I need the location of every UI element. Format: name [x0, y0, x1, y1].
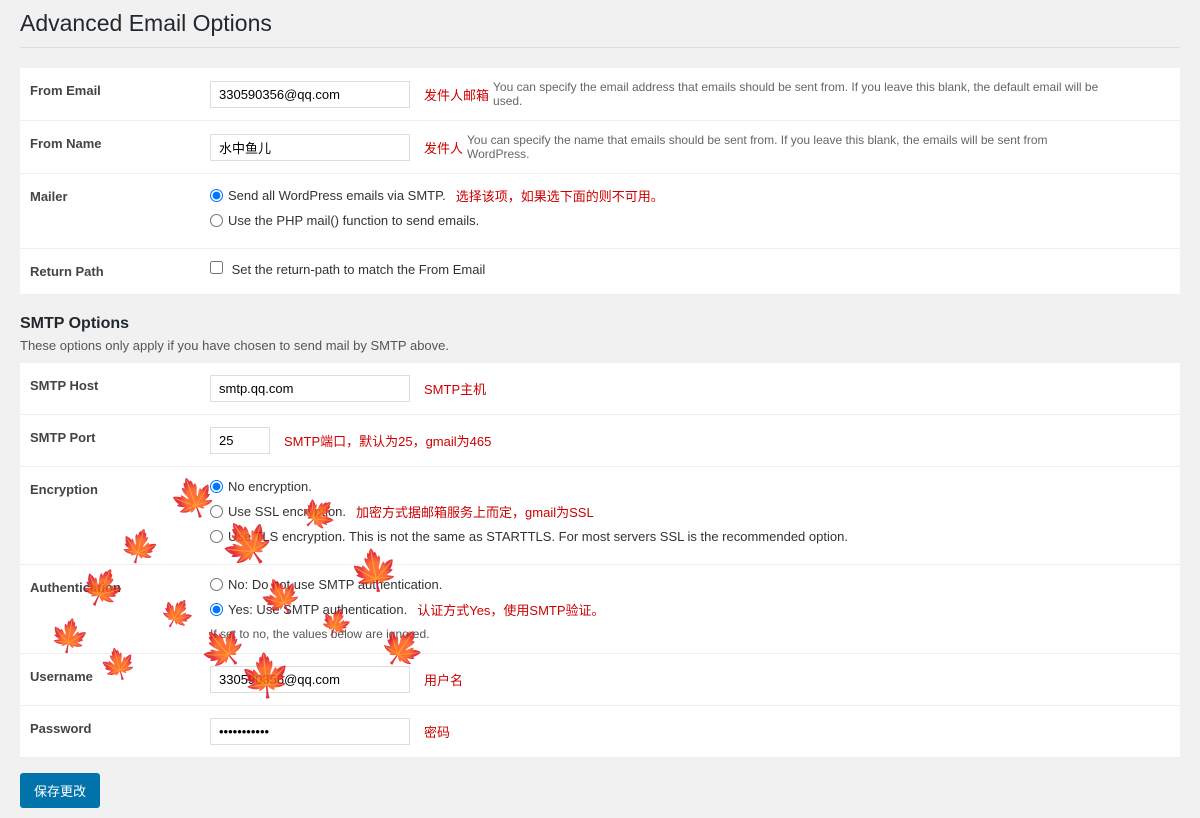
mailer-php-label: Use the PHP mail() function to send emai…	[228, 213, 479, 228]
smtp-host-row: SMTP Host SMTP主机	[20, 363, 1180, 415]
encryption-label: Encryption	[20, 467, 200, 565]
return-path-cell: Set the return-path to match the From Em…	[200, 249, 1180, 295]
smtp-host-annotation: SMTP主机	[424, 379, 486, 398]
from-email-annotation: 发件人邮箱	[424, 85, 489, 104]
smtp-host-label: SMTP Host	[20, 363, 200, 415]
from-email-description: You can specify the email address that e…	[493, 80, 1113, 108]
from-email-cell: 发件人邮箱 You can specify the email address …	[200, 68, 1180, 121]
smtp-host-cell: SMTP主机	[200, 363, 1180, 415]
from-name-annotation: 发件人	[424, 138, 463, 157]
password-cell: 密码	[200, 706, 1180, 758]
username-row: Username 用户名	[20, 654, 1180, 706]
mailer-cell: Send all WordPress emails via SMTP. 选择该项…	[200, 174, 1180, 249]
smtp-port-input[interactable]	[210, 427, 270, 454]
encryption-cell: No encryption. Use SSL encryption. 加密方式据…	[200, 467, 1180, 565]
from-name-input[interactable]	[210, 134, 410, 161]
username-annotation: 用户名	[424, 670, 463, 689]
password-row: Password 密码	[20, 706, 1180, 758]
password-annotation: 密码	[424, 722, 450, 741]
smtp-port-label: SMTP Port	[20, 415, 200, 467]
smtp-description: These options only apply if you have cho…	[20, 338, 1180, 353]
mailer-smtp-label: Send all WordPress emails via SMTP.	[228, 188, 446, 203]
from-email-row: From Email 发件人邮箱 You can specify the ema…	[20, 68, 1180, 121]
auth-annotation: 认证方式Yes，使用SMTP验证。	[417, 600, 604, 619]
auth-no-radio[interactable]	[210, 578, 223, 591]
save-button[interactable]: 保存更改	[20, 773, 100, 808]
smtp-port-annotation: SMTP端口，默认为25，gmail为465	[284, 431, 491, 450]
encryption-tls-label: Use TLS encryption. This is not the same…	[228, 529, 848, 544]
from-name-row: From Name 发件人 You can specify the name t…	[20, 121, 1180, 174]
username-input[interactable]	[210, 666, 410, 693]
smtp-port-row: SMTP Port SMTP端口，默认为25，gmail为465	[20, 415, 1180, 467]
return-path-checkbox-text: Set the return-path to match the From Em…	[232, 262, 486, 277]
mailer-row: Mailer Send all WordPress emails via SMT…	[20, 174, 1180, 249]
username-label: Username	[20, 654, 200, 706]
authentication-cell: No: Do not use SMTP authentication. Yes:…	[200, 565, 1180, 654]
smtp-port-cell: SMTP端口，默认为25，gmail为465	[200, 415, 1180, 467]
authentication-label: Authentication	[20, 565, 200, 654]
auth-no-label: No: Do not use SMTP authentication.	[228, 577, 442, 592]
auth-note: If set to no, the values below are ignor…	[210, 627, 1170, 641]
encryption-tls-radio[interactable]	[210, 530, 223, 543]
from-email-input[interactable]	[210, 81, 410, 108]
encryption-ssl-radio[interactable]	[210, 505, 223, 518]
password-label: Password	[20, 706, 200, 758]
smtp-form-table: SMTP Host SMTP主机 SMTP Port SMTP端口，默认为25，…	[20, 363, 1180, 758]
password-input[interactable]	[210, 718, 410, 745]
mailer-annotation: 选择该项，如果选下面的则不可用。	[456, 186, 664, 205]
encryption-none-radio[interactable]	[210, 480, 223, 493]
form-table: From Email 发件人邮箱 You can specify the ema…	[20, 68, 1180, 295]
authentication-row: Authentication No: Do not use SMTP authe…	[20, 565, 1180, 654]
mailer-smtp-radio[interactable]	[210, 189, 223, 202]
return-path-row: Return Path Set the return-path to match…	[20, 249, 1180, 295]
auth-yes-label: Yes: Use SMTP authentication.	[228, 602, 407, 617]
from-name-description: You can specify the name that emails sho…	[467, 133, 1087, 161]
encryption-annotation: 加密方式据邮箱服务上而定，gmail为SSL	[356, 502, 594, 521]
username-cell: 用户名	[200, 654, 1180, 706]
encryption-row: Encryption No encryption. Use SSL encryp…	[20, 467, 1180, 565]
from-email-label: From Email	[20, 68, 200, 121]
encryption-none-label: No encryption.	[228, 479, 312, 494]
page-title: Advanced Email Options	[20, 10, 1180, 48]
from-name-label: From Name	[20, 121, 200, 174]
encryption-ssl-label: Use SSL encryption.	[228, 504, 346, 519]
smtp-heading: SMTP Options	[20, 315, 1180, 333]
smtp-host-input[interactable]	[210, 375, 410, 402]
return-path-label: Return Path	[20, 249, 200, 295]
mailer-php-radio[interactable]	[210, 214, 223, 227]
smtp-section: SMTP Options These options only apply if…	[20, 315, 1180, 353]
from-name-cell: 发件人 You can specify the name that emails…	[200, 121, 1180, 174]
mailer-label: Mailer	[20, 174, 200, 249]
auth-yes-radio[interactable]	[210, 603, 223, 616]
return-path-checkbox-label[interactable]: Set the return-path to match the From Em…	[210, 262, 485, 277]
return-path-checkbox[interactable]	[210, 261, 223, 274]
